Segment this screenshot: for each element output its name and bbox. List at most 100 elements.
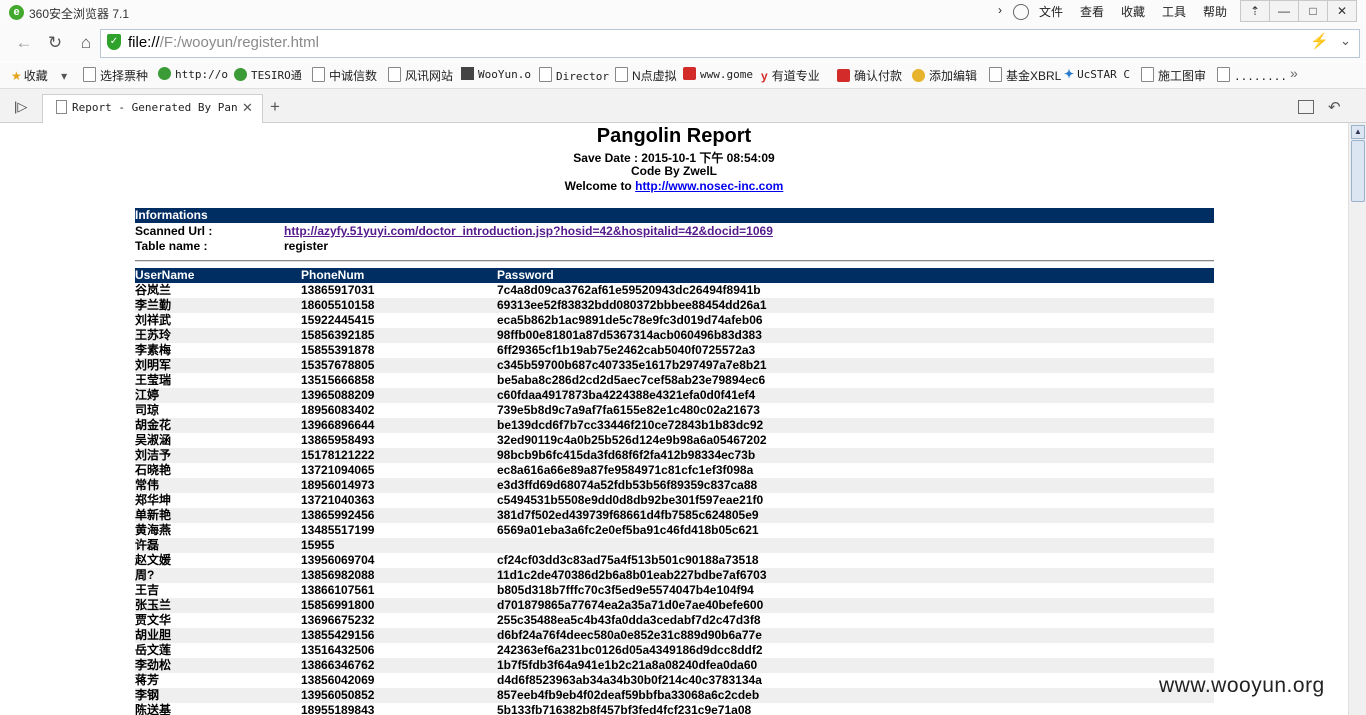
password-cell: 7c4a8d09ca3762af61e59520943dc26494f8941b xyxy=(497,283,761,297)
bookmark-favorites[interactable]: ★ 收藏 ▾ xyxy=(11,67,67,84)
scroll-up-icon[interactable]: ▲ xyxy=(1351,125,1365,139)
menu-favorites[interactable]: 收藏 xyxy=(1121,3,1145,20)
home-icon[interactable]: ⌂ xyxy=(74,32,98,54)
sidebar-toggle-icon[interactable]: |▷ xyxy=(14,99,27,115)
bookmark-item[interactable]: 中诚信数 xyxy=(312,67,377,84)
password-cell: 739e5b8d9c7a9af7fa6155e82e1c480c02a21673 xyxy=(497,403,760,417)
bookmark-item[interactable]: 添加编辑 xyxy=(912,67,977,84)
page-icon xyxy=(1217,67,1230,82)
table-row: 刘洁予 15178121222 98bcb9b6fc415da3fd68f6f2fa… xyxy=(135,448,1214,463)
username-cell: 李钢 xyxy=(135,688,160,702)
page-icon xyxy=(539,67,552,82)
code-by: Code By ZwelL xyxy=(630,164,717,178)
bookmark-item[interactable]: 风讯网站 xyxy=(388,67,453,84)
phone-cell: 13856982088 xyxy=(301,568,375,582)
bookmark-item[interactable]: 确认付款 xyxy=(837,67,902,84)
bookmark-item[interactable]: 选择票种 xyxy=(83,67,148,84)
more-chevron-icon[interactable]: » xyxy=(1290,65,1298,81)
table-row: 吴淑涵 13865958493 32ed90119c4a0b25b526d124e9… xyxy=(135,433,1214,448)
username-cell: 许磊 xyxy=(135,538,160,552)
user-icon[interactable] xyxy=(1013,4,1029,20)
menu-view[interactable]: 查看 xyxy=(1080,3,1104,20)
table-row: 赵文媛 13956069704 cf24cf03dd3c83ad75a4f513b5… xyxy=(135,553,1214,568)
refresh-icon[interactable]: ↻ xyxy=(43,32,67,54)
table-row: 胡金花 13966896644 be139dcd6f7b7cc33446f210ce… xyxy=(135,418,1214,433)
welcome-link[interactable]: http://www.nosec-inc.com xyxy=(635,179,783,193)
username-cell: 郑华坤 xyxy=(135,493,172,507)
maximize-button[interactable]: □ xyxy=(1298,0,1328,22)
divider xyxy=(135,260,1214,262)
bookmark-item[interactable]: 基金XBRL xyxy=(989,67,1061,84)
table-row: 陈送基 18955189843 5b133fb716382b8f457bf3fed4… xyxy=(135,703,1214,715)
scroll-thumb[interactable] xyxy=(1351,140,1365,202)
username-cell: 周? xyxy=(135,568,155,582)
bookmark-item[interactable]: ✦ UcSTAR C xyxy=(1064,67,1130,81)
back-arrow-icon[interactable]: ← xyxy=(12,32,36,54)
password-cell: b805d318b7fffc70c3f5ed9e5574047b4e104f94 xyxy=(497,583,754,597)
phone-cell: 18956083402 xyxy=(301,403,375,417)
skin-button[interactable]: ⇡ xyxy=(1240,0,1270,22)
youdao-icon: y xyxy=(761,69,768,83)
welcome-line: Welcome to http://www.nosec-inc.com xyxy=(564,179,784,193)
username-cell: 王苏玲 xyxy=(135,328,172,342)
phone-cell: 13866346762 xyxy=(301,658,375,672)
bookmark-item[interactable]: y 有道专业 xyxy=(761,67,820,84)
vertical-scrollbar[interactable] xyxy=(1348,123,1366,715)
phone-cell: 13516432506 xyxy=(301,643,375,657)
phone-cell: 15856991800 xyxy=(301,598,375,612)
menu-file[interactable]: 文件 xyxy=(1039,3,1063,20)
password-cell: d4d6f8523963ab34a34b30b0f214c40c3783134a xyxy=(497,673,762,687)
username-cell: 李劲松 xyxy=(135,658,172,672)
minimize-button[interactable]: — xyxy=(1269,0,1299,22)
table-row: 周? 13856982088 11d1c2de470386d2b6a8b01eab2… xyxy=(135,568,1214,583)
bookmark-item[interactable]: http://o xyxy=(158,67,228,81)
chevron-right-icon[interactable]: › xyxy=(998,3,1002,17)
info-header: Informations xyxy=(135,208,1214,223)
page-content: Pangolin Report Save Date : 2015-10-1 下午… xyxy=(0,123,1348,715)
bookmark-item[interactable]: ........ xyxy=(1217,67,1287,83)
lightning-icon[interactable]: ⚡ xyxy=(1310,32,1329,50)
bookmark-item[interactable]: www.gome xyxy=(683,67,753,81)
username-cell: 单新艳 xyxy=(135,508,172,522)
phone-cell: 13865992456 xyxy=(301,508,375,522)
menu-tools[interactable]: 工具 xyxy=(1162,3,1186,20)
scanned-url-link[interactable]: http://azyfy.51yuyi.com/doctor_introduct… xyxy=(284,224,773,238)
window-title: 360安全浏览器 7.1 xyxy=(29,7,130,21)
scanned-url-label: Scanned Url : xyxy=(135,224,213,238)
password-cell: be139dcd6f7b7cc33446f210ce72843b1b83dc92 xyxy=(497,418,764,432)
phone-cell: 13696675232 xyxy=(301,613,375,627)
chevron-down-icon[interactable]: ⌄ xyxy=(1340,33,1351,49)
bookmark-item[interactable]: Director xyxy=(539,67,609,83)
table-row: 江婷 13965088209 c60fdaa4917873ba4224388e432… xyxy=(135,388,1214,403)
tab-close-icon[interactable]: ✕ xyxy=(242,100,253,116)
gome-icon xyxy=(683,67,696,80)
password-cell: c60fdaa4917873ba4224388e4321efa0d0f41ef4 xyxy=(497,388,756,402)
undo-close-icon[interactable]: ↶ xyxy=(1328,98,1341,116)
username-cell: 常伟 xyxy=(135,478,160,492)
bookmark-item[interactable]: N点虚拟 xyxy=(615,67,677,84)
table-row: 张玉兰 15856991800 d701879865a77674ea2a35a71d… xyxy=(135,598,1214,613)
close-button[interactable]: ✕ xyxy=(1327,0,1357,22)
shield-icon: ✓ xyxy=(107,34,121,50)
caret-down-icon: ▾ xyxy=(61,69,68,83)
table-name-value: register xyxy=(284,239,329,253)
bookmark-item[interactable]: TESIRO通 xyxy=(234,67,302,83)
username-cell: 李兰勤 xyxy=(135,298,172,312)
phone-cell: 13965088209 xyxy=(301,388,375,402)
username-cell: 吴淑涵 xyxy=(135,433,172,447)
bookmark-item[interactable]: 施工图审 xyxy=(1141,67,1206,84)
tab-list-icon[interactable] xyxy=(1298,100,1314,114)
username-cell: 赵文媛 xyxy=(135,553,172,567)
password-cell: 6569a01eba3a6fc2e0ef5ba91c46fd418b05c621 xyxy=(497,523,759,537)
password-cell: d6bf24a76f4deec580a0e852e31c889d90b6a77e xyxy=(497,628,762,642)
menu-help[interactable]: 帮助 xyxy=(1203,3,1227,20)
phone-cell: 13865958493 xyxy=(301,433,375,447)
bookmark-item[interactable]: WooYun.o xyxy=(461,67,531,81)
username-cell: 江婷 xyxy=(135,388,160,402)
ucstar-icon: ✦ xyxy=(1064,67,1075,81)
table-header: UserName PhoneNum Password xyxy=(135,268,1214,283)
username-cell: 张玉兰 xyxy=(135,598,172,612)
url-text[interactable]: file:///F:/wooyun/register.html xyxy=(128,34,319,51)
table-row: 许磊 15955 xyxy=(135,538,1214,553)
new-tab-icon[interactable]: + xyxy=(270,97,280,117)
